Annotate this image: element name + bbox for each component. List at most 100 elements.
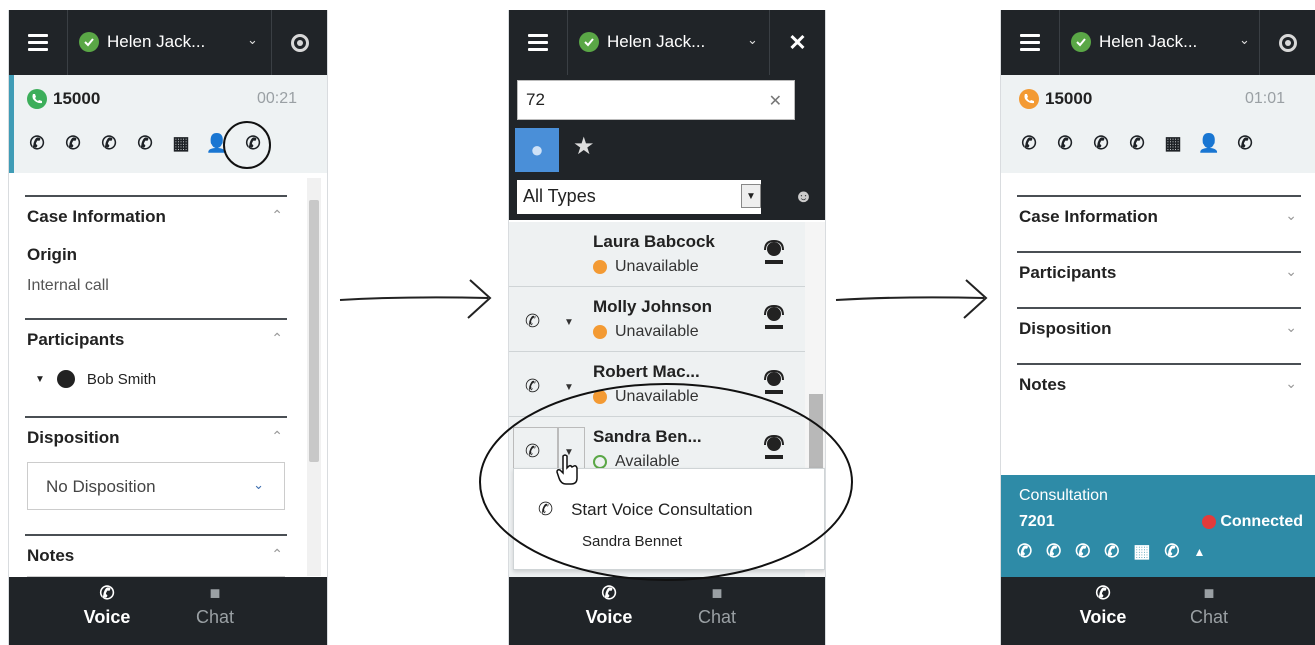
caret-up-icon[interactable]: ▲ bbox=[1193, 541, 1205, 562]
tab-voice[interactable]: ✆ Voice bbox=[569, 583, 649, 628]
team-communicator-icon[interactable]: 👤 bbox=[1197, 131, 1221, 155]
chevron-down-icon[interactable]: ⌄ bbox=[1285, 263, 1297, 280]
highlight-circle bbox=[223, 121, 271, 169]
tab-chat[interactable]: ■ Chat bbox=[1169, 583, 1249, 628]
end-call-icon[interactable]: ✆ bbox=[1017, 131, 1041, 155]
settings-button[interactable] bbox=[271, 10, 327, 75]
tab-chat[interactable]: ■ Chat bbox=[175, 583, 255, 628]
agent-headset-icon bbox=[764, 304, 784, 329]
menu-button[interactable] bbox=[9, 10, 68, 75]
caret-down-icon[interactable]: ▼ bbox=[35, 374, 45, 385]
close-icon: ✕ bbox=[788, 29, 807, 55]
conference-call-icon[interactable]: ✆ bbox=[1125, 131, 1149, 155]
origin-label: Origin bbox=[27, 245, 78, 264]
tab-voice[interactable]: ✆ Voice bbox=[67, 583, 147, 628]
tab-all-contacts[interactable]: ● bbox=[515, 128, 559, 172]
gear-icon bbox=[1278, 33, 1297, 52]
tab-chat[interactable]: ■ Chat bbox=[677, 583, 757, 628]
group-icon[interactable]: ☻ bbox=[794, 186, 813, 207]
keypad-icon[interactable]: ▦ bbox=[1133, 541, 1150, 562]
list-item[interactable]: Laura Babcock Unavailable bbox=[509, 222, 805, 287]
agent-status-selector[interactable]: Helen Jack... bbox=[579, 30, 705, 54]
disposition-section[interactable]: Disposition ⌄ bbox=[1017, 307, 1301, 361]
agent-status-selector[interactable]: Helen Jack... bbox=[79, 30, 205, 54]
top-bar: Helen Jack... ⌄ bbox=[1001, 10, 1315, 75]
agent-status-selector[interactable]: Helen Jack... bbox=[1071, 30, 1197, 54]
channel-bar: ✆ Voice ■ Chat bbox=[9, 577, 327, 645]
clear-search-icon[interactable]: ✕ bbox=[769, 91, 782, 111]
settings-button[interactable] bbox=[1259, 10, 1315, 75]
chevron-up-icon[interactable]: ⌃ bbox=[271, 428, 283, 445]
case-information-section[interactable]: Case Information ⌄ bbox=[1017, 195, 1301, 249]
consultation-toolbar: ✆ ✆ ✆ ✆ ▦ ✆ ▲ bbox=[1017, 541, 1205, 562]
dropdown-arrow-icon[interactable]: ▼ bbox=[741, 184, 761, 208]
filter-bar: ● ★ All Types ▼ ☻ bbox=[509, 120, 825, 220]
unavailable-status-icon bbox=[593, 260, 607, 274]
participants-section[interactable]: Participants ⌄ bbox=[1017, 251, 1301, 305]
phone-connected-icon bbox=[27, 89, 47, 109]
close-button[interactable]: ✕ bbox=[769, 10, 825, 75]
chat-icon: ■ bbox=[209, 583, 221, 603]
active-call-accent bbox=[9, 75, 14, 173]
chevron-down-icon[interactable]: ⌄ bbox=[747, 32, 758, 48]
transfer-call-icon[interactable]: ✆ bbox=[1089, 131, 1113, 155]
phone-icon[interactable]: ✆ bbox=[525, 311, 540, 332]
ready-status-icon bbox=[1071, 32, 1091, 52]
chevron-up-icon[interactable]: ⌃ bbox=[271, 546, 283, 563]
origin-value: Internal call bbox=[27, 277, 109, 294]
tab-voice[interactable]: ✆ Voice bbox=[1063, 583, 1143, 628]
transfer-call-icon[interactable]: ✆ bbox=[97, 131, 121, 155]
participant-name: Bob Smith bbox=[86, 370, 157, 388]
consult-call-icon[interactable]: ✆ bbox=[1164, 541, 1179, 562]
notes-section[interactable]: Notes ⌄ bbox=[1017, 363, 1301, 417]
call-timer: 00:21 bbox=[256, 90, 297, 107]
agent-headset-icon bbox=[764, 239, 784, 264]
list-item[interactable]: ✆ ▼ Molly Johnson Unavailable bbox=[509, 287, 805, 352]
transfer-consultation-icon[interactable]: ✆ bbox=[1075, 541, 1090, 562]
disposition-select[interactable]: No Disposition ⌄ bbox=[27, 462, 285, 510]
arrow-right-icon bbox=[835, 279, 988, 319]
conference-consultation-icon[interactable]: ✆ bbox=[1104, 541, 1119, 562]
chevron-down-icon[interactable]: ⌄ bbox=[253, 477, 264, 493]
hold-call-icon[interactable]: ✆ bbox=[61, 131, 85, 155]
chevron-down-icon[interactable]: ⌄ bbox=[1285, 207, 1297, 224]
keypad-icon[interactable]: ▦ bbox=[169, 131, 193, 155]
call-interaction: 15000 01:01 ✆ ✆ ✆ ✆ ▦ 👤 ✆ bbox=[1001, 75, 1315, 173]
notes-title[interactable]: Notes bbox=[27, 546, 74, 566]
chevron-down-icon[interactable]: ⌄ bbox=[1239, 32, 1250, 48]
chevron-down-icon[interactable]: ⌄ bbox=[247, 32, 258, 48]
scrollbar-thumb[interactable] bbox=[309, 200, 319, 462]
chevron-down-icon[interactable]: ⌄ bbox=[1285, 319, 1297, 336]
case-information-title[interactable]: Case Information bbox=[27, 207, 166, 227]
agent-name: Helen Jack... bbox=[107, 32, 206, 51]
top-bar: Helen Jack... ⌄ bbox=[9, 10, 327, 75]
menu-button[interactable] bbox=[1001, 10, 1060, 75]
chevron-up-icon[interactable]: ⌃ bbox=[271, 207, 283, 224]
keypad-icon[interactable]: ▦ bbox=[1161, 131, 1185, 155]
channel-bar: ✆ Voice ■ Chat bbox=[1001, 577, 1315, 645]
disposition-section: Disposition ⌃ No Disposition ⌄ bbox=[25, 416, 287, 530]
hold-consultation-icon[interactable]: ✆ bbox=[1046, 541, 1061, 562]
menu-button[interactable] bbox=[509, 10, 568, 75]
consult-call-icon[interactable]: ✆ bbox=[1233, 131, 1257, 155]
details-scrollbar[interactable] bbox=[307, 178, 321, 576]
workspace-panel-before: Helen Jack... ⌄ 15000 00:21 ✆ ✆ ✆ ✆ ▦ 👤 … bbox=[8, 10, 328, 645]
participant-row[interactable]: ▼ Bob Smith bbox=[35, 370, 156, 388]
conference-call-icon[interactable]: ✆ bbox=[133, 131, 157, 155]
type-filter-select[interactable]: All Types ▼ bbox=[517, 180, 761, 214]
consultation-number: 7201 bbox=[1019, 513, 1055, 530]
chevron-up-icon[interactable]: ⌃ bbox=[271, 330, 283, 347]
resume-call-icon[interactable]: ✆ bbox=[1053, 131, 1077, 155]
end-consultation-icon[interactable]: ✆ bbox=[1017, 541, 1032, 562]
favorites-star-icon[interactable]: ★ bbox=[573, 132, 595, 161]
gear-icon bbox=[290, 33, 309, 52]
chevron-down-icon[interactable]: ⌄ bbox=[1285, 375, 1297, 392]
search-input[interactable]: 72 ✕ bbox=[517, 80, 795, 120]
caret-down-icon[interactable]: ▼ bbox=[564, 317, 574, 328]
participants-title[interactable]: Participants bbox=[27, 330, 124, 350]
agent-name: Helen Jack... bbox=[607, 32, 706, 51]
end-call-icon[interactable]: ✆ bbox=[25, 131, 49, 155]
participants-section: Participants ⌃ ▼ Bob Smith bbox=[25, 318, 287, 415]
call-number: 15000 bbox=[1019, 89, 1092, 109]
disposition-title[interactable]: Disposition bbox=[27, 428, 120, 448]
